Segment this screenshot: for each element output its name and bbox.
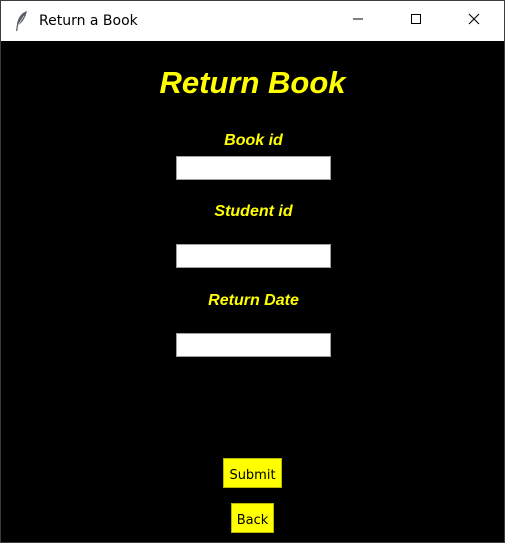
student-id-input[interactable] [176, 244, 331, 268]
maximize-button[interactable] [387, 1, 445, 41]
page-title: Return Book [159, 65, 346, 100]
minimize-button[interactable] [329, 1, 387, 41]
return-date-label: Return Date [208, 292, 299, 309]
title-bar[interactable]: Return a Book [1, 1, 504, 41]
close-icon [468, 12, 480, 30]
app-window: Return a Book Return Book Book id Studen… [0, 0, 505, 543]
form-panel: Return Book Book id Student id Return Da… [1, 41, 504, 542]
book-id-label: Book id [224, 132, 283, 149]
maximize-icon [410, 12, 422, 30]
minimize-icon [352, 12, 364, 30]
back-button[interactable]: Back [231, 503, 274, 533]
student-id-label: Student id [214, 203, 293, 220]
return-date-input[interactable] [176, 333, 331, 357]
feather-icon [15, 10, 29, 32]
submit-button[interactable]: Submit [223, 458, 282, 488]
close-button[interactable] [445, 1, 503, 41]
window-title: Return a Book [39, 13, 138, 29]
book-id-input[interactable] [176, 156, 331, 180]
